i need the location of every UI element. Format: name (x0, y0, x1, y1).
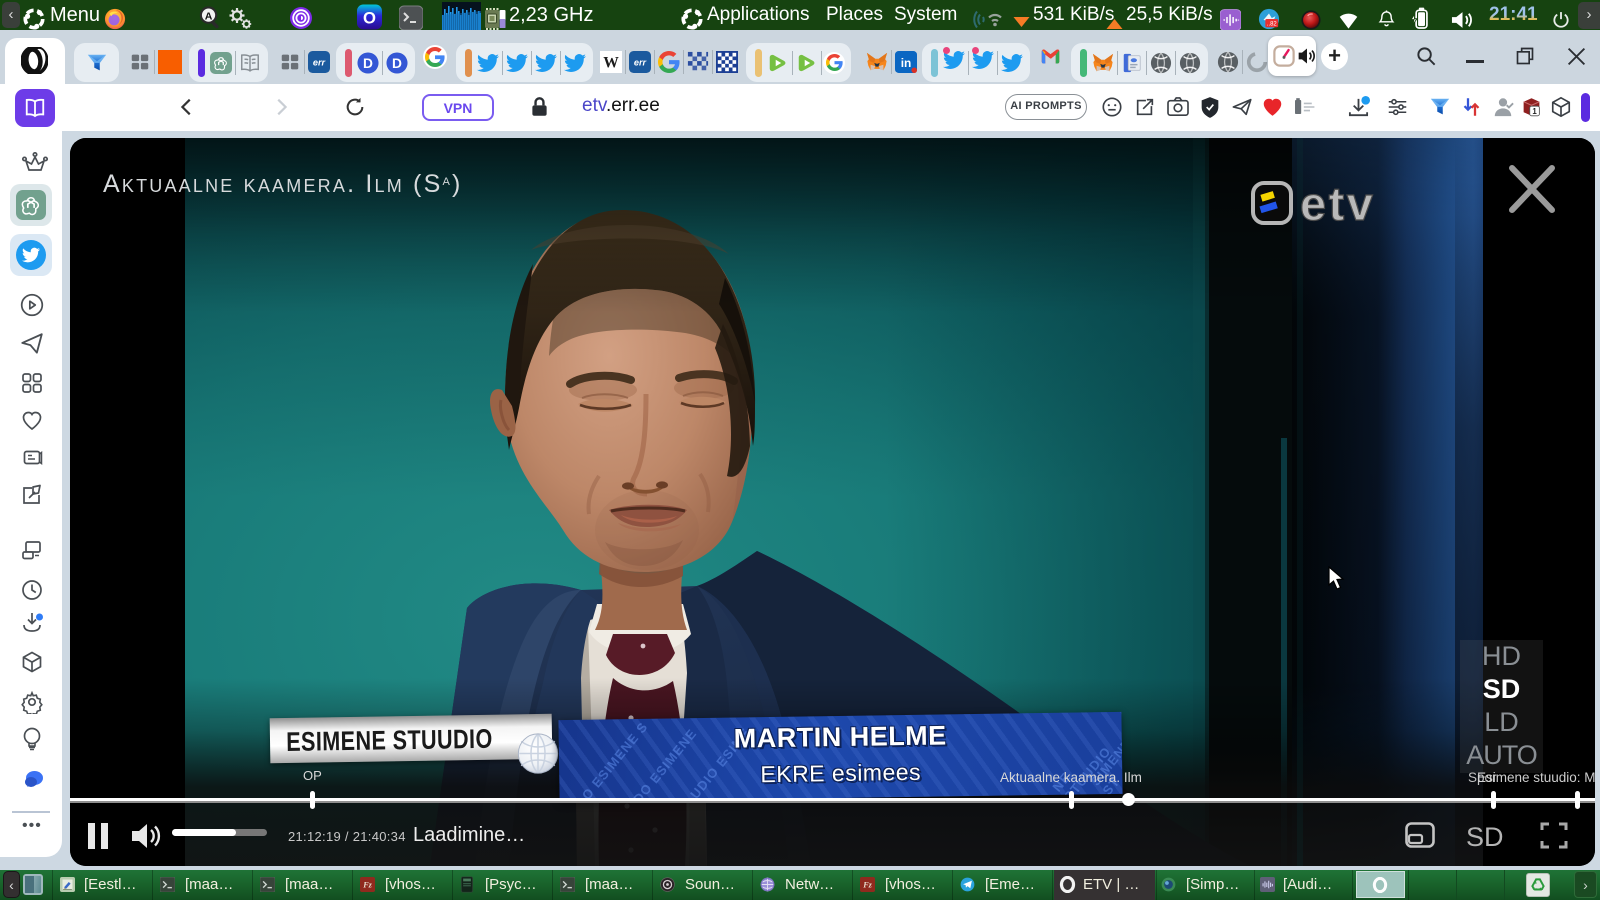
svg-text:etv: etv (1300, 180, 1375, 230)
svg-text:Fz: Fz (362, 881, 372, 890)
svg-text:..82: ..82 (1267, 21, 1277, 27)
svg-text:A: A (205, 10, 213, 22)
svg-text:Fz: Fz (862, 881, 872, 890)
svg-text:1: 1 (1532, 107, 1537, 116)
svg-text:O: O (363, 8, 376, 27)
